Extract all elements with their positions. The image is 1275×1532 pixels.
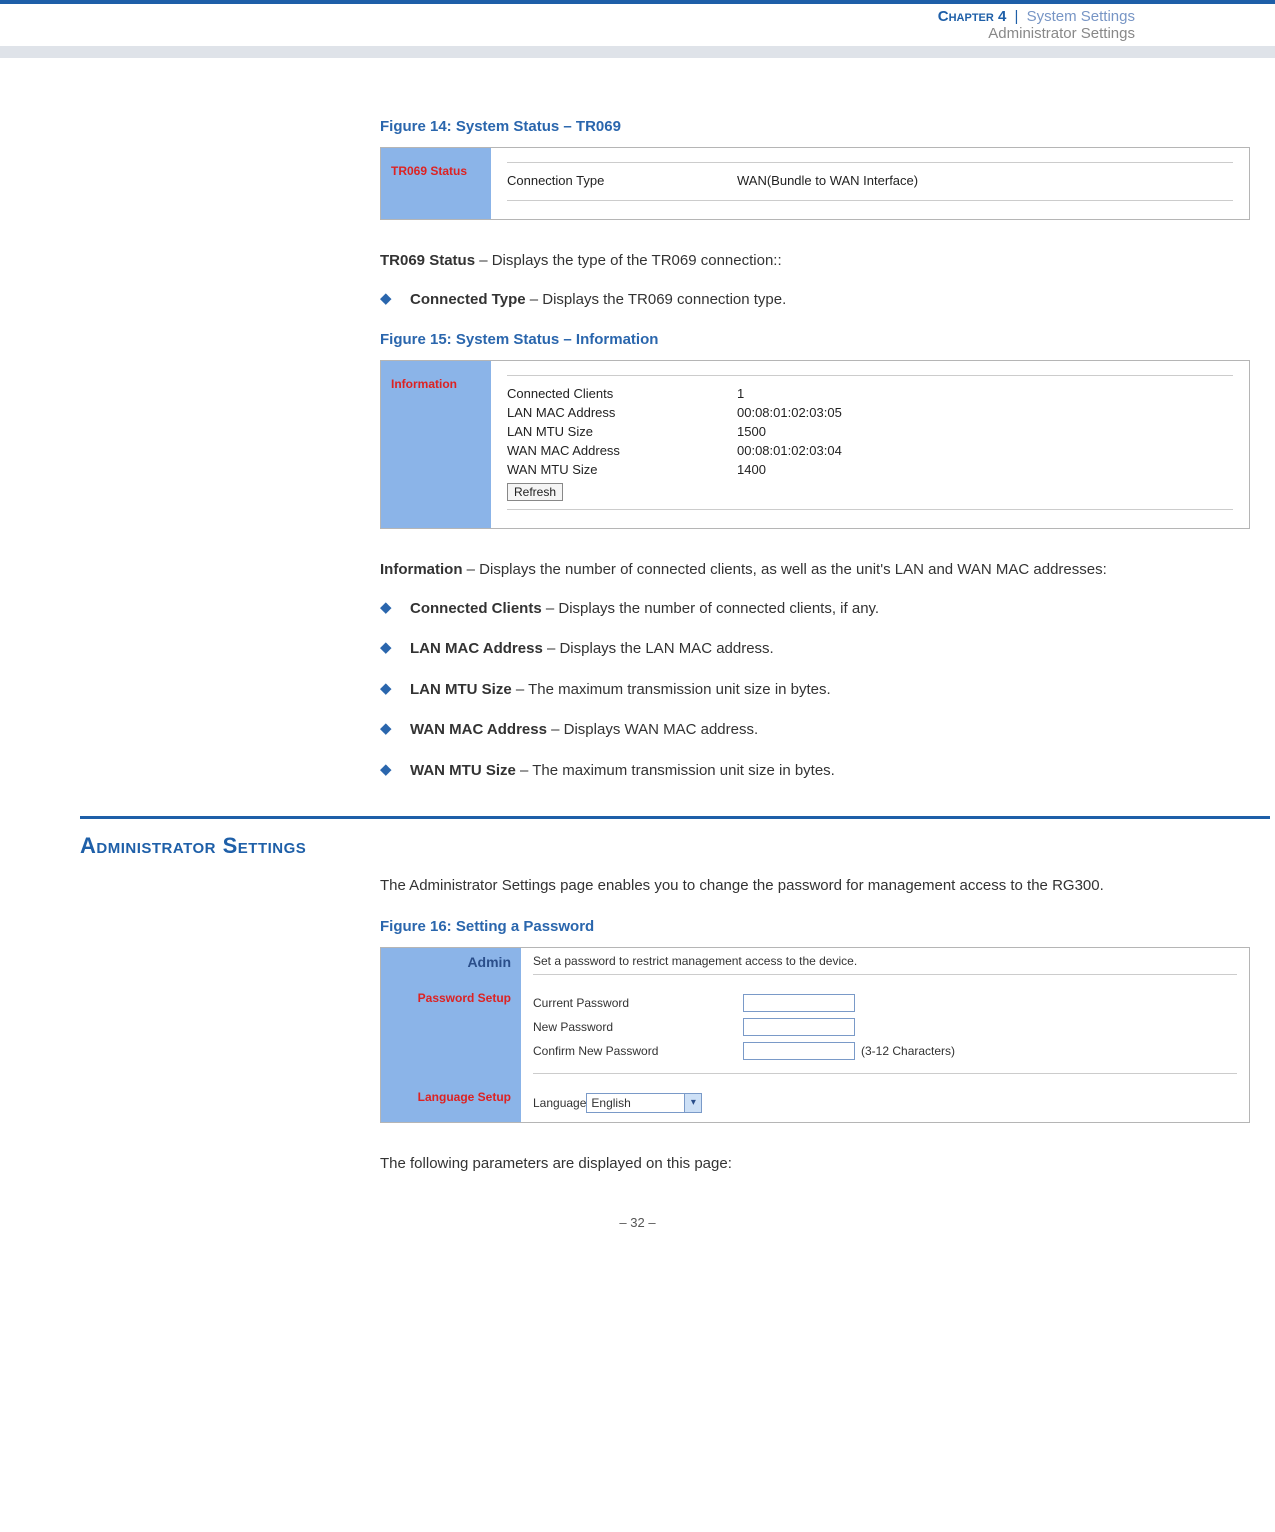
diamond-icon: ◆ <box>380 679 410 702</box>
closing-para: The following parameters are displayed o… <box>380 1153 1250 1176</box>
language-key: Language <box>533 1096 586 1110</box>
bullet-lead: Connected Type <box>410 291 526 308</box>
bullet-info-2: ◆ LAN MTU Size – The maximum transmissio… <box>380 679 1250 702</box>
diamond-icon: ◆ <box>380 719 410 742</box>
b2r: – The maximum transmission unit size in … <box>512 681 831 698</box>
page-header: Chapter 4 | System Settings Administrato… <box>0 0 1275 58</box>
confirm-password-input[interactable] <box>743 1042 855 1060</box>
bullet-connected-type: ◆ Connected Type – Displays the TR069 co… <box>380 289 1250 312</box>
bullet-info-3: ◆ WAN MAC Address – Displays WAN MAC add… <box>380 719 1250 742</box>
fig15-v1: 00:08:01:02:03:05 <box>737 405 1233 420</box>
bullet-info-0: ◆ Connected Clients – Displays the numbe… <box>380 598 1250 621</box>
b0r: – Displays the number of connected clien… <box>542 600 879 617</box>
info-rest: – Displays the number of connected clien… <box>463 561 1107 578</box>
chapter-label: Chapter 4 <box>938 8 1007 25</box>
fig15-v0: 1 <box>737 386 1233 401</box>
bullet-info-1: ◆ LAN MAC Address – Displays the LAN MAC… <box>380 638 1250 661</box>
tr069-status-para: TR069 Status – Displays the type of the … <box>380 250 1250 273</box>
fig15-k4: WAN MTU Size <box>507 462 737 477</box>
tr069-lead: TR069 Status <box>380 252 475 269</box>
b1r: – Displays the LAN MAC address. <box>543 640 774 657</box>
figure15-caption: Figure 15: System Status – Information <box>380 331 1250 348</box>
b3r: – Displays WAN MAC address. <box>547 721 758 738</box>
fig16-admin-label: Admin <box>381 948 521 985</box>
header-subsection: Administrator Settings <box>0 25 1135 42</box>
figure15-box: Information Connected Clients1 LAN MAC A… <box>380 360 1250 529</box>
figure14-box: TR069 Status Connection Type WAN(Bundle … <box>380 147 1250 220</box>
bullet-rest: – Displays the TR069 connection type. <box>526 291 787 308</box>
fig16-password-label: Password Setup <box>381 985 521 1084</box>
diamond-icon: ◆ <box>380 289 410 312</box>
section-divider <box>80 816 1270 819</box>
figure14-caption: Figure 14: System Status – TR069 <box>380 118 1250 135</box>
information-para: Information – Displays the number of con… <box>380 559 1250 582</box>
info-lead: Information <box>380 561 463 578</box>
b2l: LAN MTU Size <box>410 681 512 698</box>
fig15-k0: Connected Clients <box>507 386 737 401</box>
b1l: LAN MAC Address <box>410 640 543 657</box>
header-section: System Settings <box>1027 8 1135 25</box>
b3l: WAN MAC Address <box>410 721 547 738</box>
b4l: WAN MTU Size <box>410 762 516 779</box>
fig14-key: Connection Type <box>507 173 737 188</box>
fig16-desc: Set a password to restrict management ac… <box>533 954 1237 968</box>
fig15-v2: 1500 <box>737 424 1233 439</box>
chevron-down-icon: ▾ <box>684 1094 701 1112</box>
fig14-val: WAN(Bundle to WAN Interface) <box>737 173 1233 188</box>
diamond-icon: ◆ <box>380 638 410 661</box>
b4r: – The maximum transmission unit size in … <box>516 762 835 779</box>
figure15-sidebar: Information <box>381 361 491 528</box>
password-note: (3-12 Characters) <box>855 1044 955 1058</box>
fig16-language-label: Language Setup <box>381 1084 521 1122</box>
fig15-k1: LAN MAC Address <box>507 405 737 420</box>
fig15-k3: WAN MAC Address <box>507 443 737 458</box>
fig15-v3: 00:08:01:02:03:04 <box>737 443 1233 458</box>
diamond-icon: ◆ <box>380 598 410 621</box>
fig15-v4: 1400 <box>737 462 1233 477</box>
section-heading: Administrator Settings <box>80 833 1250 859</box>
diamond-icon: ◆ <box>380 760 410 783</box>
tr069-rest: – Displays the type of the TR069 connect… <box>475 252 782 269</box>
current-password-input[interactable] <box>743 994 855 1012</box>
new-password-input[interactable] <box>743 1018 855 1036</box>
confirm-password-label: Confirm New Password <box>533 1044 743 1058</box>
admin-intro: The Administrator Settings page enables … <box>380 875 1250 898</box>
fig15-k2: LAN MTU Size <box>507 424 737 439</box>
page-number: – 32 – <box>0 1215 1275 1230</box>
new-password-label: New Password <box>533 1020 743 1034</box>
language-selected: English <box>591 1096 630 1110</box>
figure14-sidebar: TR069 Status <box>381 148 491 219</box>
bullet-info-4: ◆ WAN MTU Size – The maximum transmissio… <box>380 760 1250 783</box>
figure16-box: Admin Set a password to restrict managem… <box>380 947 1250 1123</box>
b0l: Connected Clients <box>410 600 542 617</box>
current-password-label: Current Password <box>533 996 743 1010</box>
refresh-button[interactable]: Refresh <box>507 483 563 501</box>
header-separator: | <box>1011 8 1023 25</box>
figure16-caption: Figure 16: Setting a Password <box>380 918 1250 935</box>
language-select[interactable]: English ▾ <box>586 1093 702 1113</box>
